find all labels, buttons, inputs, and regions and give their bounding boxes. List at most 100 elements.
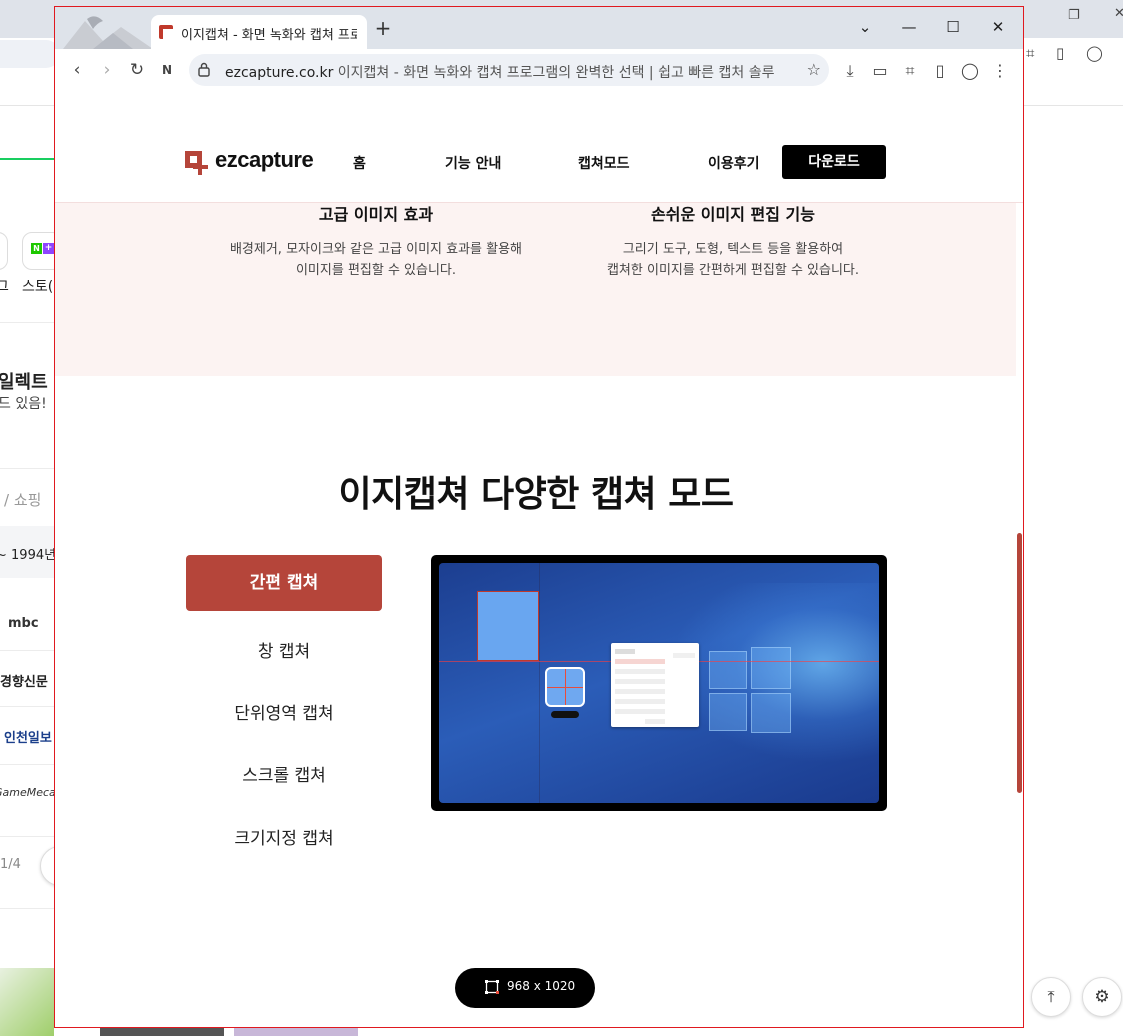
divider	[0, 908, 56, 909]
section-title: 이지캡쳐 다양한 캡쳐 모드	[338, 474, 734, 515]
page-indicator: 1/4	[0, 857, 21, 872]
app-row	[615, 709, 665, 714]
nav-features[interactable]: 기능 안내	[445, 153, 501, 173]
app-row	[673, 653, 695, 658]
background-green-accent	[0, 158, 56, 160]
profile-icon[interactable]: ◯	[959, 60, 981, 82]
app-row	[615, 699, 665, 704]
tab-strip: 이지캡쳐 - 화면 녹화와 캡쳐 프로 + ⌄ — ☐ ✕	[55, 7, 1023, 49]
windows-logo-pane	[751, 647, 791, 689]
download-button[interactable]: 다운로드	[782, 145, 886, 179]
tab-search-chevron-icon[interactable]: ⌄	[851, 15, 879, 39]
divider	[0, 764, 56, 765]
download-icon[interactable]: ⤓	[839, 60, 861, 82]
feature-description-line: 캡쳐한 이미지를 간편하게 편집할 수 있습니다.	[606, 263, 860, 278]
address-bar[interactable]: ezcapture.co.kr 이지캡쳐 - 화면 녹화와 캡쳐 프로그램의 완…	[189, 54, 829, 86]
feature-description: 그리기 도구, 도형, 텍스트 등을 활용하여 캡쳐한 이미지를 간편하게 편집…	[583, 239, 883, 281]
app-row	[615, 649, 635, 654]
tab-strip-theme-art	[63, 11, 153, 49]
guide-line	[539, 563, 540, 803]
url-host: ezcapture.co.kr	[225, 65, 334, 81]
more-menu-icon[interactable]: ⋮	[989, 60, 1011, 82]
page-content: 고급 이미지 효과 배경제거, 모자이크와 같은 고급 이미지 효과를 활용해 …	[55, 91, 1023, 1027]
screenshot-icon[interactable]: ⌗	[1026, 44, 1034, 62]
restore-window-icon[interactable]: ❐	[1068, 8, 1080, 23]
windows-logo-pane	[709, 693, 747, 731]
nav-home[interactable]: 홈	[353, 153, 366, 173]
background-address-bar	[0, 40, 60, 68]
mode-custom-size-capture[interactable]: 크기지정 캡쳐	[186, 824, 382, 849]
split-view-icon[interactable]: ▯	[1056, 44, 1064, 62]
feature-title: 손쉬운 이미지 편집 기능	[651, 205, 815, 224]
divider	[0, 468, 56, 469]
tab-title: 이지캡쳐 - 화면 녹화와 캡쳐 프로	[181, 28, 357, 43]
ezcapture-logo-icon	[185, 151, 208, 175]
crop-frame-icon	[485, 980, 499, 994]
mode-scroll-capture[interactable]: 스크롤 캡쳐	[186, 761, 382, 786]
divider	[0, 322, 56, 323]
url-text[interactable]: ezcapture.co.kr 이지캡쳐 - 화면 녹화와 캡쳐 프로그램의 완…	[225, 62, 785, 82]
background-text: 드 있음!	[0, 396, 47, 412]
mode-unit-area-capture[interactable]: 단위영역 캡쳐	[186, 699, 382, 724]
background-text: / 쇼핑	[4, 491, 42, 509]
background-text: 일렉트	[0, 372, 48, 393]
mode-window-capture[interactable]: 창 캡쳐	[186, 637, 382, 662]
minimize-icon[interactable]: —	[895, 15, 923, 39]
screenshot-icon[interactable]: ⌗	[899, 60, 921, 82]
back-arrow-icon[interactable]: ‹	[65, 58, 89, 82]
site-header: ezcapture 홈 기능 안내 캡쳐모드 이용후기 다운로드	[55, 123, 1023, 203]
scroll-to-top-icon[interactable]: ⤒	[1031, 977, 1071, 1017]
bookmark-star-icon[interactable]: ☆	[807, 60, 821, 79]
split-view-icon[interactable]: ▯	[929, 60, 951, 82]
size-indicator-preview	[551, 711, 579, 718]
magnifier-preview	[545, 667, 585, 707]
selection-rectangle	[477, 591, 539, 661]
preview-desktop-image	[439, 563, 879, 803]
new-tab-button[interactable]: +	[373, 18, 393, 39]
app-row	[615, 679, 665, 684]
app-row	[615, 689, 665, 694]
captured-browser-window: 이지캡쳐 - 화면 녹화와 캡쳐 프로 + ⌄ — ☐ ✕ ‹ › ↻ N ez…	[54, 6, 1024, 1028]
gamemeca-logo[interactable]: GameMeca	[0, 786, 56, 799]
kyunghyang-logo[interactable]: 경향신문	[0, 671, 48, 690]
browser-toolbar: ‹ › ↻ N ezcapture.co.kr 이지캡쳐 - 화면 녹화와 캡쳐…	[55, 49, 1023, 91]
background-shortcut-tile[interactable]	[0, 232, 8, 270]
profile-icon[interactable]: ◯	[1086, 44, 1103, 62]
mode-simple-capture[interactable]: 간편 캡쳐	[186, 555, 382, 611]
site-info-lock-icon[interactable]	[198, 62, 210, 77]
feature-description-line: 이미지를 편집할 수 있습니다.	[295, 263, 457, 278]
mbc-logo[interactable]: mbc	[8, 616, 39, 631]
naver-extension-icon[interactable]: N	[155, 58, 179, 82]
page-scrollbar[interactable]	[1017, 533, 1022, 793]
background-text: ~ 1994년	[0, 548, 57, 563]
feature-description: 배경제거, 모자이크와 같은 고급 이미지 효과를 활용해 이미지를 편집할 수…	[226, 239, 526, 281]
app-row	[615, 669, 665, 674]
feature-description-line: 그리기 도구, 도형, 텍스트 등을 활용하여	[622, 242, 844, 257]
app-row	[645, 719, 665, 724]
capture-size-badge: 968 x 1020	[455, 968, 595, 1008]
forward-arrow-icon[interactable]: ›	[95, 58, 119, 82]
settings-gear-icon[interactable]: ⚙	[1082, 977, 1122, 1017]
background-thumbnail	[0, 968, 54, 1036]
app-window-preview	[611, 643, 699, 727]
nav-reviews[interactable]: 이용후기	[708, 153, 760, 173]
ezcapture-favicon-icon	[159, 25, 173, 39]
close-window-icon[interactable]: ✕	[1114, 6, 1123, 21]
divider	[0, 650, 56, 651]
feature-title: 고급 이미지 효과	[318, 205, 434, 224]
nav-capture-modes[interactable]: 캡쳐모드	[578, 153, 630, 173]
screen-record-icon[interactable]: ▭	[869, 60, 891, 82]
close-icon[interactable]: ✕	[984, 15, 1012, 39]
background-text: 그	[0, 279, 9, 295]
maximize-icon[interactable]: ☐	[939, 15, 967, 39]
browser-tab-active[interactable]: 이지캡쳐 - 화면 녹화와 캡쳐 프로	[151, 15, 367, 49]
incheon-ilbo-logo[interactable]: 인천일보	[4, 727, 52, 746]
capture-size-text: 968 x 1020	[507, 979, 576, 993]
reload-icon[interactable]: ↻	[125, 58, 149, 82]
url-page-title: 이지캡쳐 - 화면 녹화와 캡쳐 프로그램의 완벽한 선택 | 쉽고 빠른 캡처…	[337, 65, 775, 81]
divider	[0, 706, 56, 707]
logo-text: ezcapture	[215, 147, 314, 172]
plus-icon: +	[43, 243, 54, 254]
naver-n-icon: N	[31, 243, 42, 254]
divider	[0, 836, 56, 837]
